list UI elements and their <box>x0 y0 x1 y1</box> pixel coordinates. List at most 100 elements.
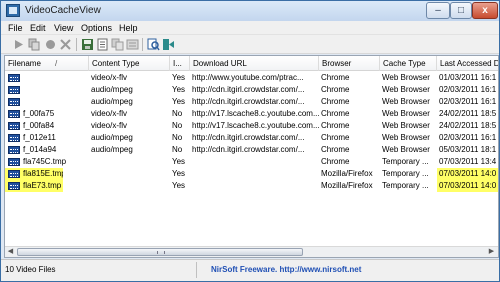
table-row[interactable]: f_014a94 audio/mpeg No http://cdn.itgirl.cr… <box>5 144 498 156</box>
cell-content-type <box>89 180 170 192</box>
cell-cache-type: Web Browser <box>382 145 430 154</box>
cell-content-type: audio/mpeg <box>91 97 133 106</box>
cell-browser: Chrome <box>321 145 350 154</box>
cell-in-cache: Yes <box>172 97 186 106</box>
cell-browser: Chrome <box>321 109 350 118</box>
cell-download-url: http://v17.lscache8.c.youtube.com... <box>192 109 319 118</box>
column-header-cache-type[interactable]: Cache Type <box>380 56 437 71</box>
table-row[interactable]: f_00fa75 video/x-flv No http://v17.lscache8… <box>5 108 498 120</box>
table-row[interactable]: f_00fa84 video/x-flv No http://v17.lscache8… <box>5 120 498 132</box>
video-file-icon <box>8 86 20 94</box>
cell-last-accessed: 07/03/2011 14:0 <box>437 180 498 192</box>
cell-browser: Chrome <box>321 133 350 142</box>
cell-in-cache: No <box>172 145 183 154</box>
cell-download-url: http://cdn.itgirl.crowdstar.com/... <box>192 97 305 106</box>
menu-edit[interactable]: Edit <box>30 22 46 34</box>
close-button[interactable]: x <box>472 2 498 19</box>
toolbar <box>1 35 499 54</box>
cell-browser: Chrome <box>321 157 350 166</box>
table-row[interactable]: fla815E.tmp Yes Mozilla/Firefox Temporary .… <box>5 168 498 180</box>
cell-filename: f_00fa75 <box>23 109 55 118</box>
column-header-content-type[interactable]: Content Type <box>89 56 170 71</box>
copy-icon[interactable] <box>111 38 124 51</box>
column-header-last-accessed[interactable]: Last Accessed D <box>437 56 498 71</box>
cell-download-url: http://v17.lscache8.c.youtube.com... <box>192 121 319 130</box>
video-file-icon <box>8 146 20 154</box>
cell-download-url <box>190 168 319 180</box>
column-header-in-cache[interactable]: I... <box>170 56 190 71</box>
menu-file[interactable]: File <box>8 22 23 34</box>
exit-icon[interactable] <box>162 38 175 51</box>
horizontal-scrollbar[interactable]: ◀ ▶ <box>5 246 498 257</box>
scrollbar-thumb[interactable] <box>17 248 303 256</box>
toolbar-separator <box>142 38 143 51</box>
cell-last-accessed: 24/02/2011 18:5 <box>439 121 497 130</box>
menu-options[interactable]: Options <box>81 22 112 34</box>
play-icon[interactable] <box>12 38 25 51</box>
cell-in-cache: Yes <box>172 85 186 94</box>
table-row[interactable]: audio/mpeg Yes http://cdn.itgirl.crowdstar… <box>5 96 498 108</box>
cell-browser: Chrome <box>321 121 350 130</box>
cell-download-url: http://cdn.itgirl.crowdstar.com/... <box>192 85 305 94</box>
cell-in-cache: Yes <box>172 169 186 178</box>
window-title: VideoCacheView <box>25 5 101 16</box>
cell-browser: Chrome <box>321 85 350 94</box>
cell-browser: Mozilla/Firefox <box>321 169 373 178</box>
save-icon[interactable] <box>81 38 94 51</box>
column-header-download-url[interactable]: Download URL <box>190 56 319 71</box>
cell-download-url: http://cdn.itgirl.crowdstar.com/... <box>192 145 305 154</box>
cell-download-url <box>190 156 319 168</box>
toolbar-separator <box>76 38 77 51</box>
cell-filename: f_012e11 <box>23 133 56 142</box>
cell-cache-type: Web Browser <box>382 121 430 130</box>
cell-content-type <box>89 168 170 180</box>
nirsoft-link[interactable]: NirSoft Freeware. http://www.nirsoft.net <box>211 265 361 274</box>
app-icon <box>6 4 20 17</box>
column-header-row: Filename / Content Type I... Download UR… <box>5 56 498 71</box>
delete-icon[interactable] <box>59 38 72 51</box>
cell-in-cache: No <box>172 121 183 130</box>
cell-last-accessed: 07/03/2011 14:0 <box>437 168 498 180</box>
cell-in-cache: No <box>172 109 183 118</box>
video-file-icon <box>8 110 20 118</box>
menu-help[interactable]: Help <box>119 22 138 34</box>
cell-cache-type: Web Browser <box>382 73 430 82</box>
table-row[interactable]: flaE73.tmp Yes Mozilla/Firefox Temporary ..… <box>5 180 498 192</box>
cell-filename: f_00fa84 <box>23 121 55 130</box>
record-icon[interactable] <box>44 38 57 51</box>
cell-cache-type: Temporary ... <box>382 169 429 178</box>
cell-cache-type: Temporary ... <box>382 181 429 190</box>
cell-filename <box>23 72 89 84</box>
scroll-right-icon[interactable]: ▶ <box>486 247 497 257</box>
table-row[interactable]: fla745C.tmp Yes Chrome Temporary ... 07/03/2… <box>5 156 498 168</box>
video-file-icon <box>8 170 20 178</box>
find-icon[interactable] <box>147 38 160 51</box>
table-row[interactable]: f_012e11 audio/mpeg No http://cdn.itgirl.cr… <box>5 132 498 144</box>
cell-filename: f_014a94 <box>23 145 57 154</box>
table-row[interactable]: audio/mpeg Yes http://cdn.itgirl.crowdstar… <box>5 84 498 96</box>
menu-view[interactable]: View <box>54 22 73 34</box>
column-header-filename[interactable]: Filename / <box>5 56 89 71</box>
cell-download-url <box>190 180 319 192</box>
cell-cache-type: Web Browser <box>382 133 430 142</box>
video-file-icon <box>8 98 20 106</box>
title-bar: VideoCacheView – □ x <box>1 1 499 21</box>
status-bar: 10 Video Files NirSoft Freeware. http://… <box>1 259 499 281</box>
minimize-button[interactable]: – <box>426 2 450 19</box>
cell-cache-type: Temporary ... <box>382 157 429 166</box>
column-header-browser[interactable]: Browser <box>319 56 380 71</box>
cell-last-accessed: 02/03/2011 16:1 <box>439 97 497 106</box>
status-divider <box>196 262 197 278</box>
cell-last-accessed: 07/03/2011 13:4 <box>439 157 497 166</box>
copy-files-icon[interactable] <box>28 38 41 51</box>
cell-cache-type: Web Browser <box>382 109 430 118</box>
properties-icon[interactable] <box>126 38 139 51</box>
cell-in-cache: Yes <box>172 157 186 166</box>
table-row[interactable]: video/x-flv Yes http://www.youtube.com/ptr… <box>5 72 498 84</box>
cell-filename: fla745C.tmp <box>23 157 67 166</box>
video-file-list[interactable]: Filename / Content Type I... Download UR… <box>4 55 499 258</box>
scroll-left-icon[interactable]: ◀ <box>5 247 16 257</box>
maximize-button[interactable]: □ <box>450 2 472 19</box>
status-file-count: 10 Video Files <box>5 265 56 274</box>
html-report-icon[interactable] <box>96 38 109 51</box>
